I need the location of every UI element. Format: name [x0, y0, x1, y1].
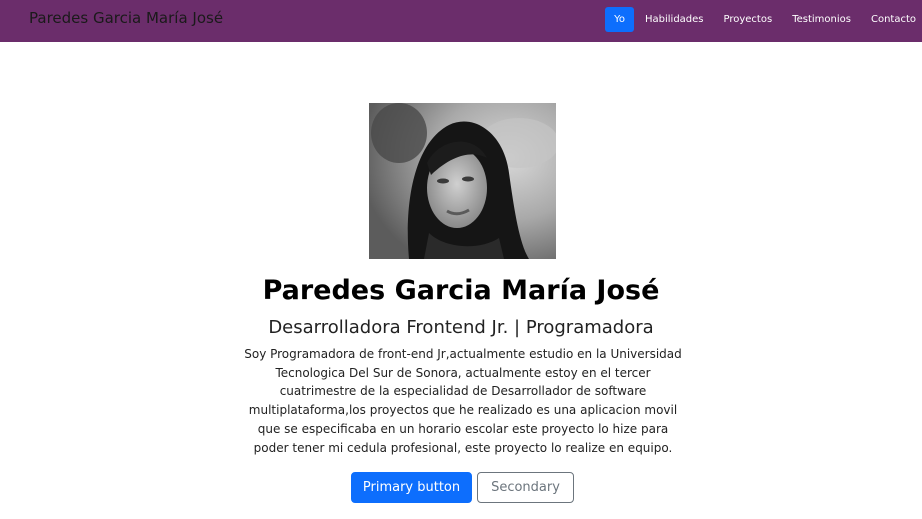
- nav-link-testimonios[interactable]: Testimonios: [783, 7, 860, 32]
- nav-link-habilidades[interactable]: Habilidades: [636, 7, 713, 32]
- bio-line: cuatrimestre de la especialidad de Desar…: [279, 384, 647, 399]
- bio-paragraph: Soy Programadora de front-end Jr,actualm…: [232, 345, 694, 457]
- bio-line: Tecnologica Del Sur de Sonora, actualmen…: [275, 365, 651, 380]
- top-navbar: Paredes Garcia María José Yo Habilidades…: [0, 0, 922, 42]
- hero-role: Desarrolladora Frontend Jr. | Programado…: [268, 317, 654, 338]
- nav-link-yo[interactable]: Yo: [605, 7, 634, 32]
- primary-button[interactable]: Primary button: [351, 472, 472, 503]
- nav-link-contacto[interactable]: Contacto: [862, 7, 922, 32]
- bio-line: que se especificaba en un horario escola…: [257, 421, 669, 436]
- bio-line: multiplataforma,los proyectos que he rea…: [248, 403, 678, 418]
- profile-photo-graphic: [369, 103, 556, 259]
- bio-line: Soy Programadora de front-end Jr,actualm…: [244, 347, 682, 361]
- profile-photo: [369, 103, 556, 259]
- nav-links: Yo Habilidades Proyectos Testimonios Con…: [603, 7, 922, 32]
- navbar-brand[interactable]: Paredes Garcia María José: [29, 9, 223, 27]
- hero-name: Paredes Garcia María José: [262, 275, 660, 306]
- secondary-button[interactable]: Secondary: [477, 472, 574, 503]
- bio-line: poder tener mi cedula profesional, este …: [253, 440, 673, 455]
- nav-link-proyectos[interactable]: Proyectos: [715, 7, 782, 32]
